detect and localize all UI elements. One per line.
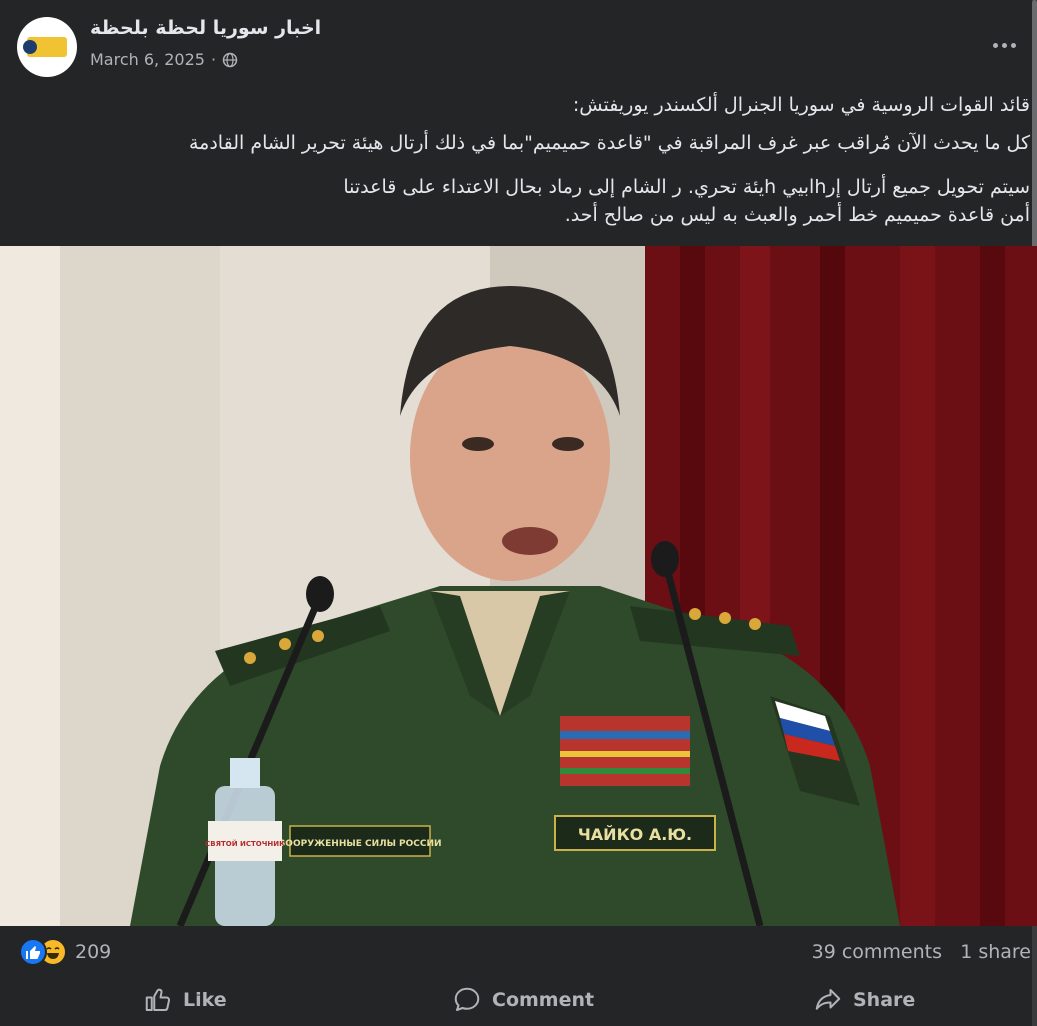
- comment-label: Comment: [492, 989, 595, 1011]
- reactions-summary[interactable]: 209: [19, 938, 111, 966]
- action-bar: Like Comment Share: [0, 975, 1037, 1025]
- comment-icon: [454, 987, 480, 1011]
- comment-button[interactable]: Comment: [452, 975, 594, 1025]
- nametag-text: ЧАЙКО А.Ю.: [578, 825, 692, 844]
- page-avatar[interactable]: [17, 17, 77, 77]
- post-meta: March 6, 2025 ·: [90, 50, 238, 69]
- thumbs-up-icon: [145, 988, 171, 1011]
- like-label: Like: [183, 989, 227, 1011]
- post-text-line: أمن قاعدة حميميم خط أحمر والعبث به ليس م…: [564, 204, 1030, 226]
- reaction-count: 209: [75, 941, 112, 963]
- avatar-logo-badge: [23, 40, 37, 54]
- share-icon: [815, 989, 841, 1010]
- meta-separator: ·: [210, 50, 217, 69]
- like-button[interactable]: Like: [143, 975, 227, 1025]
- post-text-line: كل ما يحدث الآن مُراقب عبر غرف المراقبة …: [188, 132, 1030, 154]
- comments-count[interactable]: 39 comments: [812, 941, 942, 963]
- globe-icon[interactable]: [222, 52, 238, 68]
- bottle-label-text: СВЯТОЙ ИСТОЧНИК: [205, 839, 285, 848]
- post-date[interactable]: March 6, 2025: [90, 50, 205, 69]
- post-card: اخبار سوريا لحظة بلحظة March 6, 2025 · ق…: [0, 0, 1037, 1026]
- post-text-line: سيتم تحويل جميع أرتال إرhابيي hيئة تحري.…: [343, 176, 1030, 198]
- more-options-icon[interactable]: [984, 30, 1024, 60]
- page-name[interactable]: اخبار سوريا لحظة بلحظة: [90, 17, 321, 39]
- post-text-line: قائد القوات الروسية في سوريا الجنرال ألك…: [572, 94, 1030, 116]
- shares-count[interactable]: 1 share: [960, 941, 1031, 963]
- like-reaction-icon: [19, 938, 47, 966]
- share-button[interactable]: Share: [813, 975, 915, 1025]
- chest-patch-text: ВООРУЖЕННЫЕ СИЛЫ РОССИИ: [278, 839, 441, 849]
- post-photo[interactable]: ЧАЙКО А.Ю. ВООРУЖЕННЫЕ СИЛЫ РОССИИ СВЯТО…: [0, 246, 1037, 926]
- share-label: Share: [853, 989, 916, 1011]
